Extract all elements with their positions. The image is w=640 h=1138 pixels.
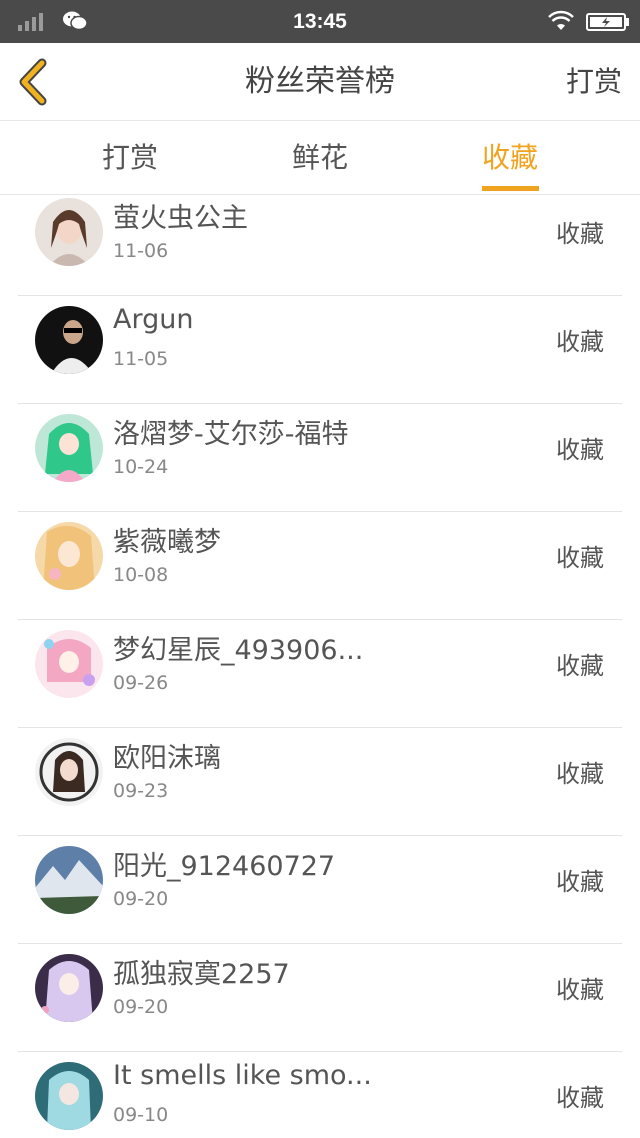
list-item[interactable]: 阳光_912460727 09-20 收藏 — [18, 836, 622, 944]
action-label: 收藏 — [556, 544, 604, 572]
date-label: 09-26 — [113, 672, 169, 694]
action-label: 收藏 — [556, 436, 604, 464]
page-title: 粉丝荣誉榜 — [245, 64, 395, 99]
user-name: Argun — [113, 304, 194, 335]
list-item[interactable]: 洛熠梦-艾尔莎-福特 10-24 收藏 — [18, 404, 622, 512]
avatar — [35, 954, 103, 1022]
status-time: 13:45 — [293, 10, 347, 33]
user-name: 萤火虫公主 — [113, 203, 248, 234]
user-name: 洛熠梦-艾尔莎-福特 — [113, 419, 349, 450]
list-item[interactable]: 梦幻星辰_493906... 09-26 收藏 — [18, 620, 622, 728]
list-item[interactable]: 孤独寂寞2257 09-20 收藏 — [18, 944, 622, 1052]
list-item[interactable]: 萤火虫公主 11-06 收藏 — [18, 196, 622, 296]
list-item[interactable]: 紫薇曦梦 10-08 收藏 — [18, 512, 622, 620]
avatar — [35, 198, 103, 266]
date-label: 11-06 — [113, 240, 169, 262]
avatar — [35, 1062, 103, 1130]
list-item[interactable]: It smells like smo... 09-10 收藏 — [18, 1052, 622, 1138]
action-label: 收藏 — [556, 760, 604, 788]
user-name: 阳光_912460727 — [113, 851, 336, 882]
date-label: 09-23 — [113, 780, 169, 802]
avatar — [35, 630, 103, 698]
avatar — [35, 522, 103, 590]
tab-bar: 打赏 鲜花 收藏 — [0, 121, 640, 195]
date-label: 09-20 — [113, 888, 169, 910]
active-tab-indicator — [482, 186, 539, 191]
fan-list[interactable]: 萤火虫公主 11-06 收藏 Argun 11-05 收藏 洛熠梦-艾尔莎-福特… — [0, 196, 640, 1138]
user-name: 欧阳沫璃 — [113, 743, 221, 774]
avatar — [35, 306, 103, 374]
date-label: 10-08 — [113, 564, 169, 586]
avatar — [35, 414, 103, 482]
user-name: It smells like smo... — [113, 1060, 372, 1091]
reward-button[interactable]: 打赏 — [566, 43, 622, 121]
list-item[interactable]: 欧阳沫璃 09-23 收藏 — [18, 728, 622, 836]
action-label: 收藏 — [556, 868, 604, 896]
list-item[interactable]: Argun 11-05 收藏 — [18, 296, 622, 404]
battery-icon — [586, 13, 629, 31]
tab-flowers[interactable]: 鲜花 — [260, 121, 380, 195]
tab-reward[interactable]: 打赏 — [70, 121, 190, 195]
action-label: 收藏 — [556, 652, 604, 680]
date-label: 09-20 — [113, 996, 169, 1018]
action-label: 收藏 — [556, 1084, 604, 1112]
avatar — [35, 738, 103, 806]
wifi-icon — [548, 10, 574, 30]
action-label: 收藏 — [556, 220, 604, 248]
user-name: 紫薇曦梦 — [113, 527, 221, 558]
date-label: 09-10 — [113, 1104, 169, 1126]
nav-bar: 粉丝荣誉榜 打赏 — [0, 43, 640, 121]
tab-favorites[interactable]: 收藏 — [450, 121, 570, 195]
action-label: 收藏 — [556, 976, 604, 1004]
date-label: 10-24 — [113, 456, 169, 478]
user-name: 孤独寂寞2257 — [113, 959, 290, 990]
status-bar: 13:45 — [0, 0, 640, 43]
action-label: 收藏 — [556, 328, 604, 356]
avatar — [35, 846, 103, 914]
user-name: 梦幻星辰_493906... — [113, 635, 364, 666]
date-label: 11-05 — [113, 348, 169, 370]
